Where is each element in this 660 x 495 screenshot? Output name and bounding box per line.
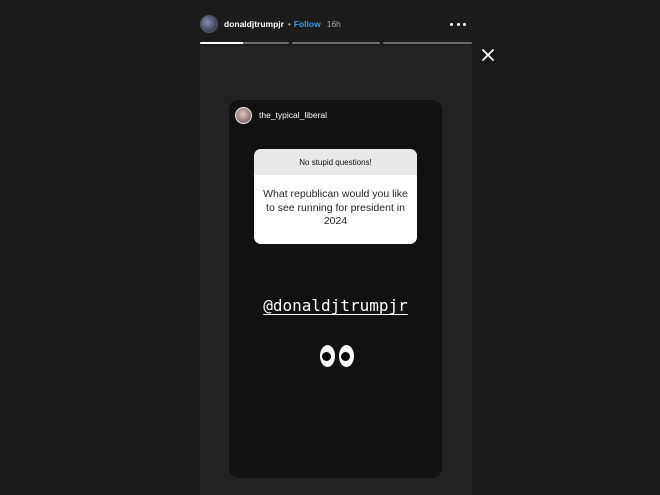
avatar[interactable] xyxy=(200,15,218,33)
progress-segment xyxy=(291,42,381,44)
more-dots-icon[interactable] xyxy=(450,18,466,30)
story-screenshot-card: the_typical_liberal No stupid questions!… xyxy=(229,100,442,478)
follow-button[interactable]: Follow xyxy=(294,19,321,29)
card-username: the_typical_liberal xyxy=(259,110,328,120)
eyes-emoji-icon xyxy=(320,345,354,369)
username[interactable]: donaldjtrumpjr xyxy=(224,19,284,29)
progress-fill xyxy=(200,42,243,44)
progress-segment xyxy=(383,42,473,44)
card-avatar xyxy=(235,106,252,124)
story-header: donaldjtrumpjr • Follow 16h xyxy=(200,12,472,36)
card-header: the_typical_liberal xyxy=(235,106,327,124)
question-text: What republican would you like to see ru… xyxy=(263,188,408,228)
timestamp: 16h xyxy=(326,19,341,29)
mention-text[interactable]: @donaldjtrumpjr xyxy=(229,296,442,315)
story-viewer: donaldjtrumpjr • Follow 16h the_typical_… xyxy=(0,0,660,495)
question-sticker: No stupid questions! What republican wou… xyxy=(254,149,417,244)
progress-bar xyxy=(200,42,473,44)
question-header: No stupid questions! xyxy=(254,149,417,175)
close-icon[interactable] xyxy=(481,48,495,62)
progress-segment xyxy=(200,42,289,44)
separator-dot: • xyxy=(287,19,291,29)
